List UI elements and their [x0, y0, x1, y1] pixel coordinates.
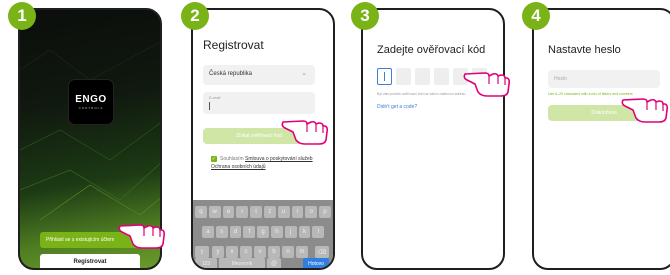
- key-b[interactable]: b: [268, 246, 280, 258]
- chevron-down-icon: ⌄: [301, 70, 307, 77]
- pointing-hand-icon: [621, 98, 669, 123]
- space-key[interactable]: Mezerník: [219, 258, 265, 268]
- at-key[interactable]: @: [267, 258, 281, 268]
- text-cursor: [209, 102, 210, 110]
- page-title: Registrovat: [203, 38, 264, 52]
- terms-of-service-link[interactable]: Smlouva o poskytování služeb: [245, 156, 313, 162]
- register-button[interactable]: Registrovat: [40, 254, 140, 268]
- text-cursor: [384, 72, 385, 81]
- done-key[interactable]: Hotovo: [303, 258, 329, 268]
- backspace-key[interactable]: ⌫: [315, 246, 329, 258]
- logo-text: ENGO: [75, 94, 107, 105]
- code-digit-1-input[interactable]: [377, 68, 392, 85]
- country-value: Česká republika: [209, 71, 253, 77]
- phone-screen-set-password: Nastavte heslo Heslo Use 6–20 characters…: [532, 8, 670, 270]
- code-digit-2-input[interactable]: [396, 68, 411, 85]
- step-badge-2: 2: [181, 2, 209, 30]
- key-f[interactable]: f: [243, 226, 256, 238]
- numbers-key[interactable]: 123: [195, 258, 217, 268]
- key-w[interactable]: w: [208, 206, 221, 218]
- consent-checkbox[interactable]: ✓: [211, 156, 217, 162]
- key-s[interactable]: s: [215, 226, 228, 238]
- key-e[interactable]: e: [222, 206, 235, 218]
- email-label: E-mail: [209, 95, 221, 100]
- pointing-hand-icon: [118, 224, 166, 249]
- key-g[interactable]: g: [257, 226, 269, 238]
- key-i[interactable]: i: [291, 206, 304, 218]
- password-placeholder: Heslo: [554, 76, 567, 82]
- code-digit-3-input[interactable]: [415, 68, 430, 85]
- step-badge-4: 4: [522, 2, 550, 30]
- logo-subtext: CONTROLS: [78, 106, 104, 110]
- privacy-policy-link[interactable]: Ochrana osobních údajů: [211, 164, 265, 170]
- pointing-hand-icon: [463, 72, 511, 97]
- consent-prefix: Souhlasím: [220, 156, 246, 162]
- consent-text: Souhlasím Smlouva o poskytování služeb: [220, 156, 313, 162]
- key-d[interactable]: d: [229, 226, 242, 238]
- password-field[interactable]: Heslo: [548, 70, 660, 88]
- page-title: Nastavte heslo: [548, 44, 621, 56]
- key-t[interactable]: t: [250, 206, 262, 218]
- key-x[interactable]: x: [226, 246, 238, 258]
- shift-key[interactable]: ⇧: [195, 246, 209, 258]
- key-l[interactable]: l: [312, 226, 325, 238]
- phone-screen-verification: Zadejte ověřovací kód Byl vám poslán ově…: [361, 8, 505, 270]
- code-digit-4-input[interactable]: [434, 68, 449, 85]
- engo-logo: ENGO CONTROLS: [69, 80, 113, 124]
- resend-code-link[interactable]: Didn't get a code?: [377, 104, 417, 110]
- key-u[interactable]: u: [277, 206, 290, 218]
- onscreen-keyboard: qwertzuiop asdfghjkl yxcvbnm ⇧ ⌫ 123 Mez…: [193, 200, 333, 268]
- country-select[interactable]: Česká republika ⌄: [203, 65, 315, 85]
- key-o[interactable]: o: [305, 206, 318, 218]
- key-q[interactable]: q: [195, 206, 207, 218]
- key-n[interactable]: n: [282, 246, 294, 258]
- key-j[interactable]: j: [284, 226, 297, 238]
- pointing-hand-icon: [281, 120, 329, 145]
- key-z[interactable]: z: [264, 206, 276, 218]
- key-v[interactable]: v: [254, 246, 266, 258]
- key-c[interactable]: c: [240, 246, 252, 258]
- key-k[interactable]: k: [298, 226, 311, 238]
- key-y[interactable]: y: [212, 246, 224, 258]
- page-title: Zadejte ověřovací kód: [377, 44, 486, 56]
- key-h[interactable]: h: [271, 226, 283, 238]
- key-r[interactable]: r: [236, 206, 249, 218]
- step-badge-3: 3: [351, 2, 379, 30]
- key-m[interactable]: m: [296, 246, 308, 258]
- key-a[interactable]: a: [202, 226, 214, 238]
- step-badge-1: 1: [8, 2, 36, 30]
- key-p[interactable]: p: [319, 206, 331, 218]
